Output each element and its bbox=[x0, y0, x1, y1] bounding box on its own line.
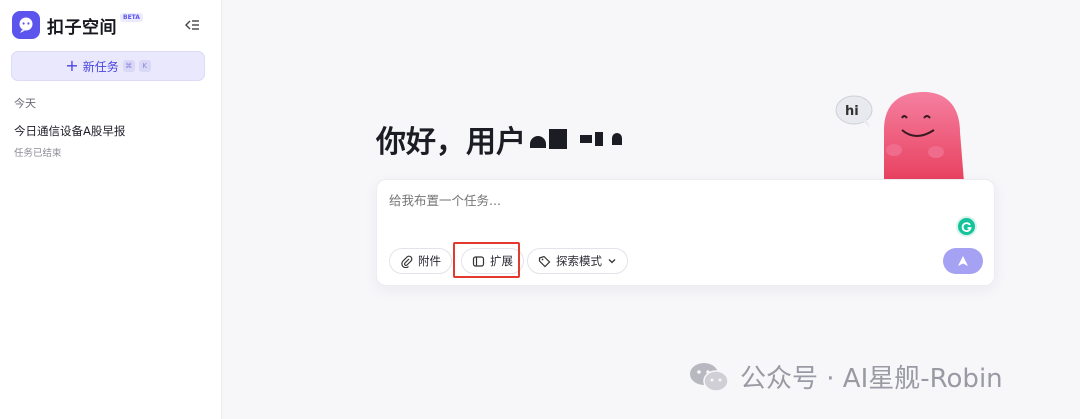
greeting-text: 你好，用户 bbox=[376, 125, 526, 160]
send-button[interactable] bbox=[943, 248, 983, 274]
attach-label: 附件 bbox=[418, 254, 441, 268]
mascot-speech: hi bbox=[845, 104, 859, 119]
wechat-icon bbox=[690, 362, 729, 392]
redacted-username bbox=[530, 129, 622, 149]
plus-icon: + bbox=[65, 56, 79, 75]
task-input-card: 附件 扩展 探索模式 bbox=[376, 179, 995, 286]
shortcut-key-k: K bbox=[138, 60, 151, 72]
task-status: 任务已结束 bbox=[14, 148, 62, 159]
task-prompt-input[interactable] bbox=[389, 193, 929, 208]
grammarly-icon[interactable] bbox=[956, 216, 977, 237]
beta-badge: BETA bbox=[120, 12, 143, 22]
tag-icon bbox=[538, 255, 551, 267]
logo-icon bbox=[12, 11, 40, 39]
mascot: hi bbox=[832, 90, 972, 182]
mode-label: 探索模式 bbox=[556, 254, 602, 268]
sidebar: 扣子空间 BETA + 新任务 ⌘ K 今天 今日通信设备A股早报 任务已结束 bbox=[0, 0, 222, 419]
chevron-down-icon bbox=[608, 259, 616, 264]
explore-mode-dropdown[interactable]: 探索模式 bbox=[527, 248, 628, 274]
greeting: 你好，用户 bbox=[376, 117, 622, 161]
task-title: 今日通信设备A股早报 bbox=[14, 124, 126, 138]
shortcut-key-cmd: ⌘ bbox=[122, 60, 135, 72]
collapse-sidebar-icon[interactable] bbox=[182, 16, 202, 34]
section-today: 今天 bbox=[14, 97, 36, 110]
extension-label: 扩展 bbox=[490, 254, 513, 268]
plugin-icon bbox=[472, 255, 485, 267]
brand-name: 扣子空间 bbox=[47, 17, 117, 38]
watermark-text: 公众号 · AI星舰-Robin bbox=[740, 364, 1003, 394]
new-task-button[interactable]: + 新任务 ⌘ K bbox=[11, 51, 205, 81]
send-arrow-icon bbox=[958, 256, 968, 266]
attach-button[interactable]: 附件 bbox=[389, 248, 452, 274]
new-task-label: 新任务 bbox=[82, 59, 119, 74]
extension-button[interactable]: 扩展 bbox=[461, 248, 524, 274]
watermark: 公众号 · AI星舰-Robin bbox=[688, 358, 1003, 395]
brand[interactable]: 扣子空间 BETA bbox=[12, 11, 143, 39]
paperclip-icon bbox=[401, 255, 413, 268]
task-item[interactable]: 今日通信设备A股早报 任务已结束 bbox=[14, 123, 210, 159]
